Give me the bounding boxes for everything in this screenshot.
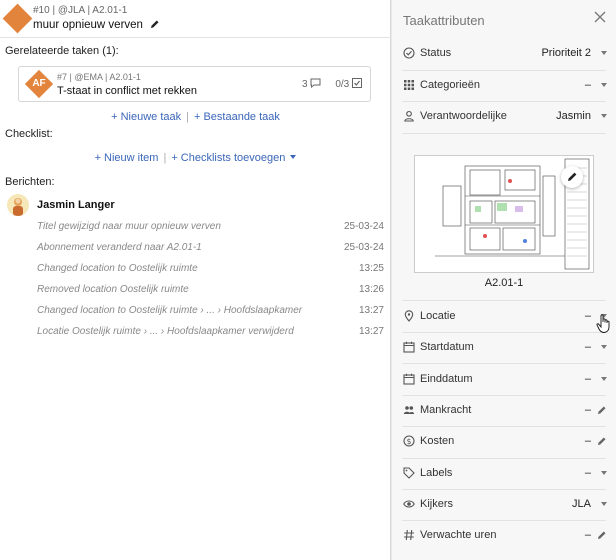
checklist-heading: Checklist: [5,128,53,140]
task-title[interactable]: muur opnieuw verven [33,19,143,31]
attr-end-date[interactable]: Einddatum – [392,364,616,395]
task-attributes-panel: Taakattributen Status Prioriteit 2 Categ… [392,0,616,560]
chevron-down-icon [290,155,297,159]
hash-icon [404,529,414,541]
attr-costs[interactable]: $ Kosten – [392,426,616,457]
edit-plan-button[interactable] [561,166,583,188]
messages-heading: Berichten: [5,176,55,188]
pencil-icon [568,172,577,181]
checklist-count: 0/3 [335,78,362,90]
activity-event: Locatie Oostelijk ruimte › ... › Hoofdsl… [37,326,384,337]
plan-label: A2.01-1 [484,277,524,289]
attr-expected-hours[interactable]: Verwachte uren – [392,520,616,551]
task-meta: #10 | @JLA | A2.01-1 [33,5,128,16]
calendar-icon [403,373,415,385]
chevron-down-icon[interactable] [601,51,607,55]
check-circle-icon [403,47,415,59]
activity-event: Changed location to Oostelijk ruimte › .… [37,305,384,316]
chevron-down-icon[interactable] [601,114,607,118]
pencil-icon[interactable] [597,405,607,415]
person-icon [404,110,414,122]
new-item-link[interactable]: + Nieuw item [95,152,159,164]
related-task-card[interactable]: AF #7 | @EMA | A2.01-1 T-staat in confli… [18,66,371,102]
attr-location[interactable]: Locatie – [392,301,616,332]
task-title-row[interactable]: muur opnieuw verven [33,19,160,31]
activity-event: Abonnement veranderd naar A2.01-1 25-03-2… [37,242,384,253]
attr-status[interactable]: Status Prioriteit 2 [392,38,616,69]
activity-event: Removed location Oostelijk ruimte 13:26 [37,284,384,295]
tag-icon [403,467,415,479]
svg-text:$: $ [407,437,412,446]
new-task-link[interactable]: + Nieuwe taak [111,111,181,123]
people-icon [403,406,415,414]
comment-icon [310,78,321,89]
eye-icon [403,500,415,508]
message-author: Jasmin Langer [37,199,115,211]
close-icon[interactable] [594,11,606,23]
pencil-icon[interactable] [597,530,607,540]
related-task-title: T-staat in conflict met rekken [57,85,197,97]
attr-labels[interactable]: Labels – [392,458,616,489]
activity-event: Changed location to Oostelijk ruimte 13:2… [37,263,384,274]
edit-title-icon[interactable] [150,19,160,29]
grid-icon [404,80,414,90]
avatar [7,194,29,216]
attr-responsible[interactable]: Verantwoordelijke Jasmin [392,101,616,132]
task-type-icon [2,3,33,34]
activity-event: Titel gewijzigd naar muur opnieuw verven… [37,221,384,232]
add-checklists-link[interactable]: + Checklists toevoegen [171,152,297,164]
task-detail-pane: #10 | @JLA | A2.01-1 muur opnieuw verven… [0,0,391,560]
attr-categories[interactable]: Categorieën – [392,70,616,101]
plan-thumbnail[interactable] [414,155,594,273]
existing-task-link[interactable]: + Bestaande taak [194,111,280,123]
chevron-down-icon[interactable] [601,471,607,475]
checkbox-icon [352,78,362,88]
pin-icon [404,310,414,322]
attr-manpower[interactable]: Mankracht – [392,395,616,426]
chevron-down-icon[interactable] [601,83,607,87]
attr-watchers[interactable]: Kijkers JLA [392,489,616,520]
pencil-icon[interactable] [597,436,607,446]
dollar-icon: $ [403,435,415,447]
calendar-icon [403,341,415,353]
related-task-meta: #7 | @EMA | A2.01-1 [57,72,141,82]
chevron-down-icon[interactable] [601,377,607,381]
task-header: #10 | @JLA | A2.01-1 muur opnieuw verven [0,0,391,38]
panel-title: Taakattributen [403,13,485,28]
attr-start-date[interactable]: Startdatum – [392,332,616,363]
task-avatar: AF [24,69,54,99]
chevron-down-icon[interactable] [601,345,607,349]
comment-count: 3 [302,78,321,90]
related-heading: Gerelateerde taken (1): [5,45,119,57]
chevron-down-icon[interactable] [601,502,607,506]
hand-cursor-icon [596,314,610,333]
